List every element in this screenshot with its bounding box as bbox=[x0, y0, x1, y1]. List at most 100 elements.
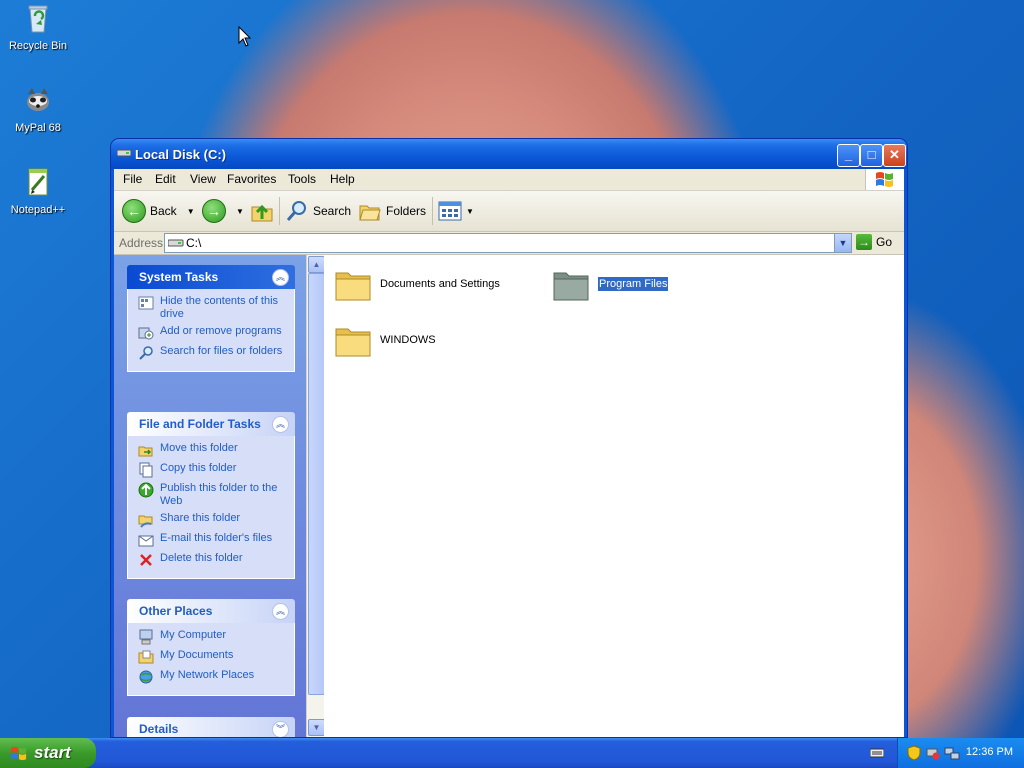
folders-button[interactable]: Folders bbox=[358, 199, 426, 223]
task-publish-web[interactable]: Publish this folder to the Web bbox=[138, 482, 290, 508]
file-folder-tasks-panel: File and Folder Tasks ︽ Move this folder… bbox=[127, 412, 295, 579]
clock: 12:36 PM bbox=[965, 746, 1013, 758]
other-places-body: My Computer My Documents My Network Plac… bbox=[127, 623, 295, 696]
safely-remove-hardware-icon[interactable] bbox=[925, 745, 941, 761]
close-button[interactable]: ✕ bbox=[883, 144, 906, 167]
other-places-header[interactable]: Other Places ︽ bbox=[127, 599, 295, 623]
chevron-down-icon[interactable]: ▼ bbox=[187, 207, 195, 216]
place-label: My Documents bbox=[160, 649, 234, 661]
address-input[interactable]: C:\ ▼ bbox=[164, 233, 852, 253]
desktop-icon-notepadpp[interactable]: Notepad++ bbox=[0, 166, 76, 216]
go-label: Go bbox=[876, 235, 893, 249]
views-icon bbox=[438, 201, 462, 221]
back-button[interactable]: ← Back ▼ bbox=[122, 199, 195, 223]
menu-help[interactable]: Help bbox=[330, 172, 355, 186]
network-places-icon bbox=[139, 670, 153, 684]
place-my-documents[interactable]: My Documents bbox=[138, 649, 290, 665]
chevron-down-icon[interactable]: ▼ bbox=[236, 207, 244, 216]
panel-title: Other Places bbox=[139, 604, 213, 618]
search-icon bbox=[286, 201, 306, 221]
collapse-chevron-icon[interactable]: ︽ bbox=[272, 269, 289, 286]
collapse-chevron-icon[interactable]: ︽ bbox=[272, 416, 289, 433]
mypal-icon bbox=[27, 88, 49, 111]
menu-view[interactable]: View bbox=[190, 172, 216, 186]
file-folder-tasks-body: Move this folder Copy this folder Publis… bbox=[127, 436, 295, 579]
panel-title: File and Folder Tasks bbox=[139, 417, 261, 431]
folder-icon bbox=[335, 272, 371, 301]
folder-label: Documents and Settings bbox=[380, 278, 500, 290]
desktop-icon-label: Notepad++ bbox=[10, 204, 66, 216]
folder-item[interactable]: WINDOWS bbox=[334, 321, 436, 359]
folder-label: Program Files bbox=[598, 277, 669, 291]
email-icon bbox=[138, 535, 154, 547]
forward-button[interactable]: → ▼ bbox=[202, 199, 244, 223]
task-share-folder[interactable]: Share this folder bbox=[138, 512, 290, 528]
task-email-files[interactable]: E-mail this folder's files bbox=[138, 532, 290, 548]
address-label: Address bbox=[119, 236, 164, 250]
title-bar[interactable]: Local Disk (C:) _ □ ✕ bbox=[111, 139, 907, 169]
menu-favorites[interactable]: Favorites bbox=[227, 172, 276, 186]
details-header[interactable]: Details ︾ bbox=[127, 717, 295, 737]
task-label: Share this folder bbox=[160, 512, 241, 524]
views-button[interactable]: ▼ bbox=[438, 199, 474, 223]
menu-file[interactable]: File bbox=[123, 172, 142, 186]
folder-item[interactable]: Program Files bbox=[552, 265, 669, 303]
windows-flag-icon bbox=[11, 746, 27, 761]
folder-up-icon bbox=[251, 204, 273, 222]
scroll-thumb[interactable] bbox=[308, 273, 325, 695]
window-title: Local Disk (C:) bbox=[135, 147, 227, 162]
start-button[interactable]: start bbox=[0, 738, 96, 768]
publish-web-icon bbox=[138, 482, 154, 498]
task-pane-scrollbar[interactable]: ▲ ▼ bbox=[306, 255, 325, 737]
place-my-network-places[interactable]: My Network Places bbox=[138, 669, 290, 685]
network-icon[interactable] bbox=[944, 745, 960, 761]
file-folder-tasks-header[interactable]: File and Folder Tasks ︽ bbox=[127, 412, 295, 436]
copy-folder-icon bbox=[139, 462, 153, 478]
minimize-button[interactable]: _ bbox=[837, 144, 860, 167]
back-arrow-icon: ← bbox=[122, 199, 146, 223]
collapse-chevron-icon[interactable]: ︽ bbox=[272, 603, 289, 620]
task-label: Search for files or folders bbox=[160, 345, 283, 357]
expand-chevron-icon[interactable]: ︾ bbox=[272, 721, 289, 737]
folder-item[interactable]: Documents and Settings bbox=[334, 265, 500, 303]
menu-edit[interactable]: Edit bbox=[155, 172, 176, 186]
add-remove-programs-icon bbox=[138, 327, 154, 340]
recycle-bin-icon bbox=[28, 5, 48, 33]
task-delete-folder[interactable]: Delete this folder bbox=[138, 552, 290, 568]
place-my-computer[interactable]: My Computer bbox=[138, 629, 290, 645]
task-copy-folder[interactable]: Copy this folder bbox=[138, 462, 290, 478]
folder-icon bbox=[553, 272, 589, 301]
search-button[interactable]: Search bbox=[285, 199, 351, 223]
drive-icon bbox=[168, 239, 184, 247]
desktop-icon-mypal[interactable]: MyPal 68 bbox=[0, 84, 76, 134]
taskbar: start 12:36 PM bbox=[0, 738, 1024, 768]
go-button[interactable]: → Go bbox=[856, 234, 892, 250]
security-shield-icon[interactable] bbox=[907, 745, 921, 761]
maximize-button[interactable]: □ bbox=[860, 144, 883, 167]
keyboard-icon[interactable] bbox=[870, 748, 884, 758]
task-add-remove-programs[interactable]: Add or remove programs bbox=[138, 325, 290, 341]
notepadpp-icon bbox=[28, 168, 48, 196]
desktop-icon-recycle-bin[interactable]: Recycle Bin bbox=[0, 2, 76, 52]
toolbar-separator bbox=[432, 197, 433, 225]
system-tasks-body: Hide the contents of this drive Add or r… bbox=[127, 289, 295, 372]
address-dropdown-button[interactable]: ▼ bbox=[834, 234, 851, 252]
panel-title: System Tasks bbox=[139, 270, 219, 284]
task-move-folder[interactable]: Move this folder bbox=[138, 442, 290, 458]
task-search-files[interactable]: Search for files or folders bbox=[138, 345, 290, 361]
system-tasks-header[interactable]: System Tasks ︽ bbox=[127, 265, 295, 289]
scroll-down-button[interactable]: ▼ bbox=[308, 719, 325, 736]
task-label: E-mail this folder's files bbox=[160, 532, 273, 544]
menu-tools[interactable]: Tools bbox=[288, 172, 316, 186]
scroll-up-button[interactable]: ▲ bbox=[308, 256, 325, 273]
up-folder-button[interactable] bbox=[250, 199, 274, 223]
task-hide-contents[interactable]: Hide the contents of this drive bbox=[138, 295, 290, 321]
address-value: C:\ bbox=[186, 236, 202, 250]
chevron-down-icon[interactable]: ▼ bbox=[466, 207, 474, 216]
search-icon bbox=[139, 346, 153, 360]
my-computer-icon bbox=[139, 629, 153, 645]
desktop-icon-label: MyPal 68 bbox=[15, 122, 61, 134]
menu-bar: File Edit View Favorites Tools Help bbox=[114, 169, 904, 191]
search-label: Search bbox=[313, 204, 352, 218]
task-label: Move this folder bbox=[160, 442, 238, 454]
